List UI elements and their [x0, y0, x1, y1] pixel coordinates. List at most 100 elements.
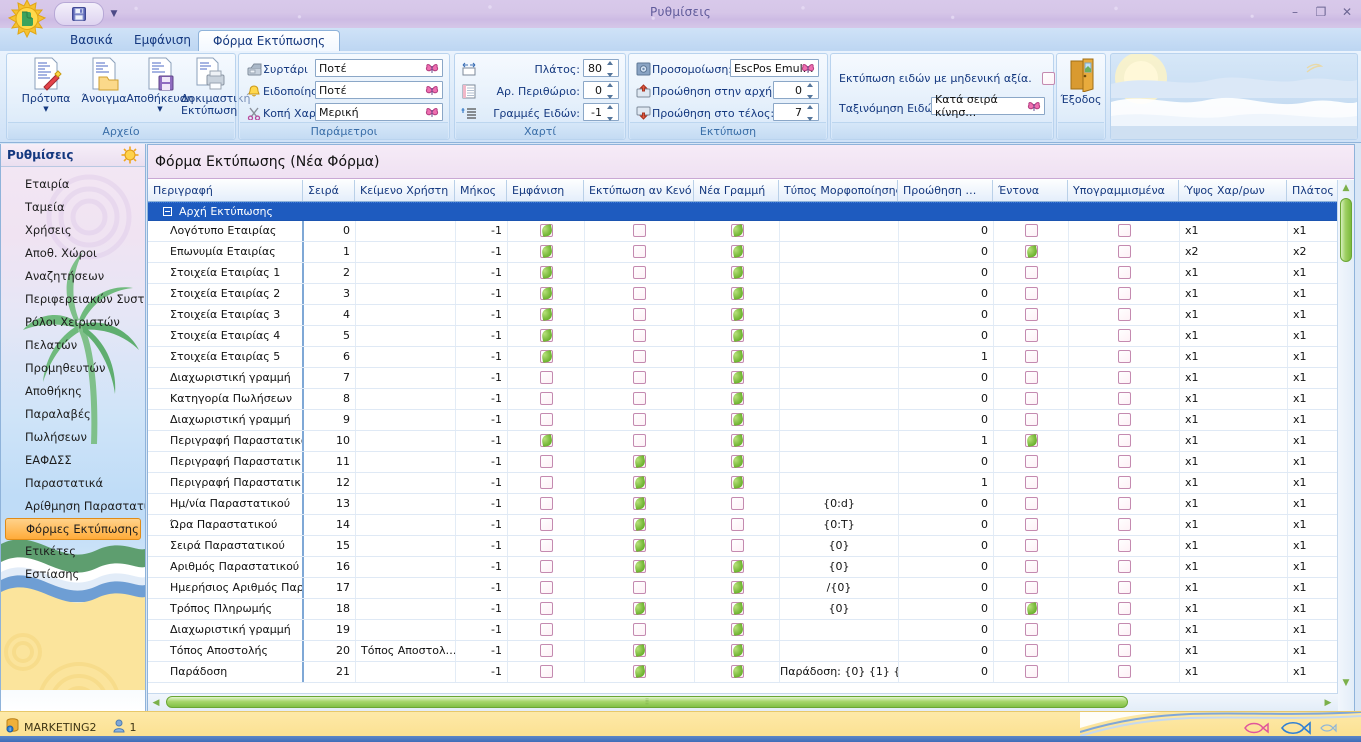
table-cell-feed[interactable]: 0: [898, 326, 993, 346]
table-cell-underline[interactable]: [1068, 431, 1179, 451]
table-cell-h[interactable]: x1: [1179, 662, 1287, 682]
horizontal-scroll-thumb[interactable]: ⦙⦙: [166, 696, 1128, 708]
table-cell-desc[interactable]: Ώρα Παραστατικού: [148, 515, 303, 535]
table-cell-h[interactable]: x1: [1179, 536, 1287, 556]
checkbox-unchecked-icon[interactable]: [539, 539, 553, 552]
table-cell-user_text[interactable]: [355, 242, 455, 262]
table-cell-bold[interactable]: [993, 305, 1068, 325]
table-cell-w[interactable]: x1: [1287, 326, 1338, 346]
grid-column-header[interactable]: Υπογραμμισμένα: [1068, 180, 1179, 201]
table-cell-user_text[interactable]: [355, 389, 455, 409]
table-cell-format[interactable]: [779, 389, 898, 409]
table-cell-user_text[interactable]: [355, 557, 455, 577]
table-cell-emfanisi[interactable]: [507, 221, 584, 241]
table-cell-print_empty[interactable]: [584, 452, 694, 472]
table-cell-desc[interactable]: Ημερήσιος Αριθμός Παρ…: [148, 578, 303, 598]
sidebar-item-promitheuton[interactable]: Προμηθευτών: [1, 357, 145, 380]
table-row[interactable]: Τρόπος Πληρωμής 18 -1 {0} 0 x1 x1: [148, 599, 1338, 620]
table-cell-w[interactable]: x1: [1287, 431, 1338, 451]
table-cell-seira[interactable]: 9: [303, 410, 355, 430]
table-cell-w[interactable]: x1: [1287, 263, 1338, 283]
table-cell-mikos[interactable]: -1: [455, 662, 507, 682]
table-cell-feed[interactable]: 0: [898, 389, 993, 409]
table-cell-user_text[interactable]: [355, 368, 455, 388]
table-row[interactable]: Σειρά Παραστατικού 15 -1 {0} 0 x1 x1: [148, 536, 1338, 557]
grid-column-header[interactable]: Εμφάνιση: [507, 180, 584, 201]
table-cell-w[interactable]: x1: [1287, 620, 1338, 640]
table-cell-bold[interactable]: [993, 599, 1068, 619]
tab-forma-ektyposis[interactable]: Φόρμα Εκτύπωσης: [198, 30, 341, 52]
table-cell-format[interactable]: [779, 326, 898, 346]
table-row[interactable]: Στοιχεία Εταιρίας 4 5 -1 0 x1 x1: [148, 326, 1338, 347]
table-cell-feed[interactable]: 1: [898, 473, 993, 493]
table-cell-new_line[interactable]: [694, 599, 779, 619]
table-cell-mikos[interactable]: -1: [455, 431, 507, 451]
checkbox-checked-icon[interactable]: [539, 350, 553, 363]
table-cell-seira[interactable]: 14: [303, 515, 355, 535]
table-cell-print_empty[interactable]: [584, 326, 694, 346]
table-cell-bold[interactable]: [993, 242, 1068, 262]
horizontal-scrollbar[interactable]: ◀ ⦙⦙ ▶: [148, 693, 1338, 711]
checkbox-unchecked-icon[interactable]: [1117, 245, 1131, 258]
checkbox-unchecked-icon[interactable]: [633, 266, 646, 279]
sidebar-item-poliseon[interactable]: Πωλήσεων: [1, 426, 145, 449]
table-cell-w[interactable]: x1: [1287, 494, 1338, 514]
table-cell-desc[interactable]: Περιγραφή Παραστατικού: [148, 431, 303, 451]
table-cell-mikos[interactable]: -1: [455, 305, 507, 325]
table-cell-format[interactable]: [779, 221, 898, 241]
table-cell-mikos[interactable]: -1: [455, 326, 507, 346]
table-cell-print_empty[interactable]: [584, 263, 694, 283]
checkbox-unchecked-icon[interactable]: [730, 539, 744, 552]
table-cell-print_empty[interactable]: [584, 389, 694, 409]
checkbox-unchecked-icon[interactable]: [633, 287, 646, 300]
table-row[interactable]: Κατηγορία Πωλήσεων 8 -1 0 x1 x1: [148, 389, 1338, 410]
table-cell-h[interactable]: x1: [1179, 452, 1287, 472]
checkbox-unchecked-icon[interactable]: [1024, 224, 1038, 237]
table-cell-format[interactable]: [779, 263, 898, 283]
checkbox-checked-icon[interactable]: [633, 497, 646, 510]
table-cell-print_empty[interactable]: [584, 599, 694, 619]
table-cell-new_line[interactable]: [694, 536, 779, 556]
table-cell-format[interactable]: [779, 410, 898, 430]
table-cell-user_text[interactable]: [355, 263, 455, 283]
grid-column-header[interactable]: Σειρά: [303, 180, 355, 201]
checkbox-checked-icon[interactable]: [730, 455, 744, 468]
grid-column-header[interactable]: Έντονα: [993, 180, 1068, 201]
table-cell-print_empty[interactable]: [584, 494, 694, 514]
sidebar-item-arithmisi[interactable]: Αρίθμηση Παραστατικών: [1, 495, 145, 518]
table-cell-user_text[interactable]: [355, 221, 455, 241]
checkbox-checked-icon[interactable]: [730, 644, 744, 657]
table-cell-print_empty[interactable]: [584, 536, 694, 556]
table-cell-desc[interactable]: Διαχωριστική γραμμή: [148, 620, 303, 640]
table-cell-seira[interactable]: 1: [303, 242, 355, 262]
table-cell-format[interactable]: [779, 473, 898, 493]
table-cell-h[interactable]: x1: [1179, 431, 1287, 451]
table-cell-underline[interactable]: [1068, 221, 1179, 241]
table-cell-desc[interactable]: Σειρά Παραστατικού: [148, 536, 303, 556]
table-row[interactable]: Στοιχεία Εταιρίας 2 3 -1 0 x1 x1: [148, 284, 1338, 305]
checkbox-checked-icon[interactable]: [633, 665, 646, 678]
table-cell-bold[interactable]: [993, 578, 1068, 598]
checkbox-unchecked-icon[interactable]: [633, 581, 646, 594]
checkbox-unchecked-icon[interactable]: [633, 392, 646, 405]
table-cell-bold[interactable]: [993, 536, 1068, 556]
checkbox-unchecked-icon[interactable]: [1024, 350, 1038, 363]
table-cell-underline[interactable]: [1068, 347, 1179, 367]
table-cell-user_text[interactable]: Τόπος Αποστολ…: [355, 641, 455, 661]
table-cell-mikos[interactable]: -1: [455, 557, 507, 577]
table-cell-emfanisi[interactable]: [507, 410, 584, 430]
table-cell-bold[interactable]: [993, 473, 1068, 493]
checkbox-checked-icon[interactable]: [730, 329, 744, 342]
table-cell-underline[interactable]: [1068, 515, 1179, 535]
table-cell-seira[interactable]: 11: [303, 452, 355, 472]
table-cell-emfanisi[interactable]: [507, 263, 584, 283]
table-cell-seira[interactable]: 19: [303, 620, 355, 640]
checkbox-unchecked-icon[interactable]: [730, 497, 744, 510]
checkbox-checked-icon[interactable]: [1024, 434, 1038, 447]
table-cell-underline[interactable]: [1068, 599, 1179, 619]
table-cell-user_text[interactable]: [355, 452, 455, 472]
checkbox-unchecked-icon[interactable]: [1117, 350, 1131, 363]
checkbox-checked-icon[interactable]: [730, 581, 744, 594]
table-cell-feed[interactable]: 0: [898, 620, 993, 640]
checkbox-unchecked-icon[interactable]: [1117, 560, 1131, 573]
